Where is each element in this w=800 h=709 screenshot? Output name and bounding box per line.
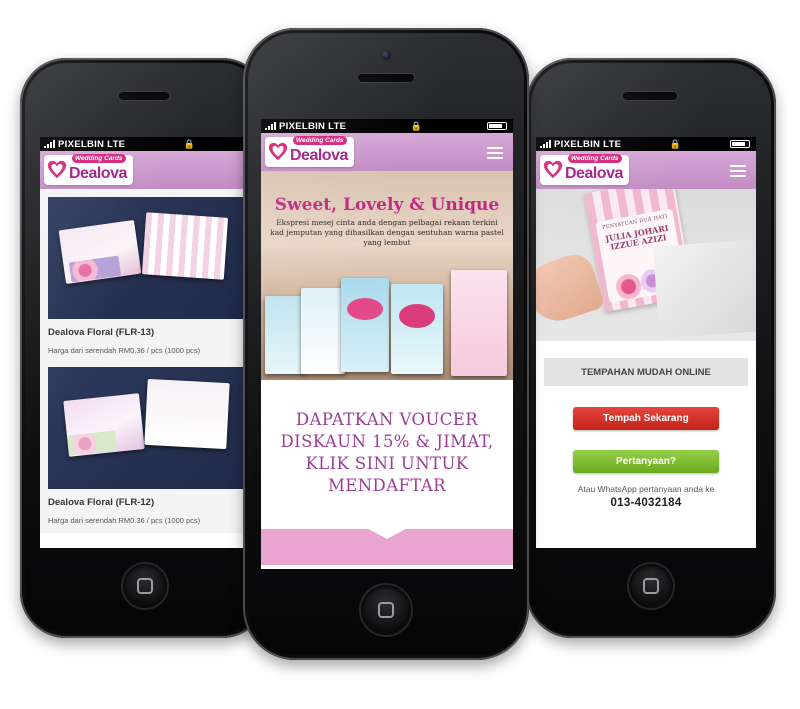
phone-left: PIXELBIN LTE 🔒 Wedding Cards Dealova Dea… — [20, 58, 268, 638]
product-item[interactable]: Dealova Floral (FLR-13) Harga dari seren… — [40, 189, 258, 363]
home-button[interactable] — [361, 585, 411, 635]
signal-icon — [540, 140, 551, 148]
logo-tagline: Wedding Cards — [568, 154, 622, 163]
hamburger-menu-icon[interactable] — [487, 147, 503, 159]
booking-title: TEMPAHAN MUDAH ONLINE — [544, 358, 748, 386]
site-header: Wedding Cards Dealova — [536, 151, 756, 189]
hero-banner[interactable]: Sweet, Lovely & Unique Ekspresi mesej ci… — [261, 171, 513, 380]
phone-right: PIXELBIN LTE 🔒 Wedding Cards Dealova PEN… — [526, 58, 776, 638]
signal-icon — [44, 140, 55, 148]
status-bar: PIXELBIN LTE 🔒 — [536, 137, 756, 151]
site-header: Wedding Cards Dealova — [261, 133, 513, 171]
carrier-label: PIXELBIN — [554, 138, 601, 150]
carrier-label: PIXELBIN — [58, 138, 105, 150]
home-button[interactable] — [123, 564, 167, 608]
network-label: LTE — [603, 138, 622, 150]
carrier-label: PIXELBIN — [279, 120, 326, 132]
product-price: Harga dari serendah RM0.36 / pcs (1000 p… — [48, 346, 201, 355]
hero-subtitle: Ekspresi mesej cinta anda dengan pelbaga… — [270, 218, 504, 247]
status-bar: PIXELBIN LTE 🔒 — [40, 137, 258, 151]
phone-right-screen: PIXELBIN LTE 🔒 Wedding Cards Dealova PEN… — [536, 137, 756, 548]
site-header: Wedding Cards Dealova — [40, 151, 258, 189]
booking-panel: TEMPAHAN MUDAH ONLINE Tempah Sekarang Pe… — [544, 358, 748, 509]
invitation-photo: PENYATUAN DUA HATI JULIA JOHARI IZZUE AZ… — [536, 189, 756, 341]
dealova-logo[interactable]: Wedding Cards Dealova — [540, 154, 629, 185]
order-now-button[interactable]: Tempah Sekarang — [573, 407, 719, 430]
heart-logo-icon — [47, 160, 67, 179]
hero-card — [265, 296, 305, 374]
hamburger-menu-icon[interactable] — [730, 165, 746, 177]
phone-center-screen: PIXELBIN LTE 🔒 Wedding Cards Dealova Swe… — [261, 119, 513, 569]
product-name[interactable]: Dealova Floral (FLR-12) — [48, 497, 250, 508]
logo-tagline: Wedding Cards — [72, 154, 126, 163]
heart-logo-icon — [543, 160, 563, 179]
logo-brand-name: Dealova — [69, 164, 127, 182]
product-name[interactable]: Dealova Floral (FLR-13) — [48, 327, 250, 338]
mockup-stage: PIXELBIN LTE 🔒 Wedding Cards Dealova Dea… — [0, 0, 800, 709]
network-label: LTE — [107, 138, 126, 150]
inquiry-button[interactable]: Pertanyaan? — [573, 450, 719, 473]
signal-icon — [265, 122, 276, 130]
product-item[interactable]: Dealova Floral (FLR-12) Harga dari seren… — [40, 363, 258, 533]
lock-icon: 🔒 — [410, 120, 423, 131]
front-camera — [381, 50, 391, 60]
earpiece-speaker — [623, 92, 677, 100]
network-label: LTE — [328, 120, 347, 132]
earpiece-speaker — [358, 74, 414, 82]
dealova-logo[interactable]: Wedding Cards Dealova — [44, 154, 133, 185]
hero-card — [301, 288, 345, 374]
phone-left-screen: PIXELBIN LTE 🔒 Wedding Cards Dealova Dea… — [40, 137, 258, 548]
hero-title: Sweet, Lovely & Unique — [274, 195, 500, 215]
hand-photo — [536, 249, 606, 329]
logo-brand-name: Dealova — [565, 164, 623, 182]
logo-tagline: Wedding Cards — [293, 136, 347, 145]
lock-icon: 🔒 — [183, 138, 196, 149]
heart-logo-icon — [268, 142, 288, 161]
voucher-promo-text[interactable]: DAPATKAN VOUCER DISKAUN 15% & JIMAT, KLI… — [271, 409, 503, 497]
battery-icon — [486, 122, 507, 130]
home-button[interactable] — [629, 564, 673, 608]
logo-brand-name: Dealova — [290, 146, 348, 164]
invitation-card-back — [144, 378, 230, 450]
whatsapp-text: Atau WhatsApp pertanyaan anda ke — [577, 484, 715, 494]
hero-card — [391, 284, 443, 374]
earpiece-speaker — [119, 92, 169, 100]
status-bar: PIXELBIN LTE 🔒 — [261, 119, 513, 133]
battery-icon — [729, 140, 750, 148]
phone-center: PIXELBIN LTE 🔒 Wedding Cards Dealova Swe… — [243, 28, 529, 660]
hero-invitation-cards — [261, 270, 513, 380]
invitation-card-back — [141, 212, 229, 280]
product-image[interactable] — [48, 367, 250, 489]
lock-icon: 🔒 — [669, 138, 682, 149]
product-price: Harga dari serendah RM0.36 / pcs (1000 p… — [48, 516, 201, 525]
product-image[interactable] — [48, 197, 250, 319]
hero-card — [451, 270, 507, 376]
voucher-promo[interactable]: DAPATKAN VOUCER DISKAUN 15% & JIMAT, KLI… — [261, 380, 513, 525]
dealova-logo[interactable]: Wedding Cards Dealova — [265, 136, 354, 167]
envelope — [653, 240, 756, 339]
hero-card — [341, 278, 389, 372]
promo-divider-bar — [261, 525, 513, 565]
whatsapp-number[interactable]: 013-4032184 — [544, 497, 748, 509]
